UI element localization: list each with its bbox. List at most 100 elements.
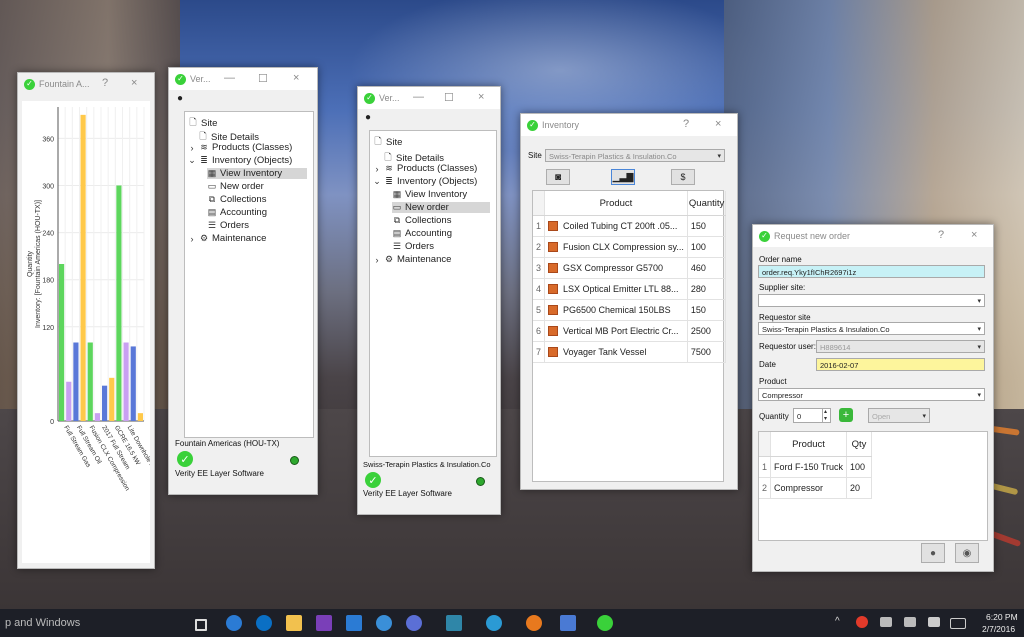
view-button[interactable]: ◙: [546, 169, 570, 185]
table-row[interactable]: 3 GSX Compressor G5700 460: [533, 257, 727, 279]
table-row[interactable]: 1 Ford F-150 Truck 100: [759, 456, 873, 478]
tray-icon[interactable]: [880, 617, 892, 627]
chart-button[interactable]: ▁▃▇: [611, 169, 635, 185]
app-icon[interactable]: [446, 615, 462, 631]
chevron-right-icon: ›: [375, 163, 379, 174]
date-label: Date: [759, 360, 776, 369]
tree-new-order[interactable]: ▭ New order: [392, 202, 490, 213]
order-name-input[interactable]: order.req.Yky1fIChR2697i1z: [758, 265, 985, 278]
verity-window-1[interactable]: ✓ Ver... — ☐ × ● 🗋 Site 🗋 Site Details › ≋ P…: [168, 67, 318, 495]
order-titlebar[interactable]: ✓ Request new order ? ×: [753, 225, 993, 247]
tree-accounting[interactable]: ▤ Accounting: [392, 228, 452, 239]
close-icon[interactable]: ×: [478, 91, 484, 103]
form-icon: ▭: [392, 202, 402, 212]
wifi-icon[interactable]: [904, 617, 916, 627]
close-icon[interactable]: ×: [971, 229, 977, 241]
task-view-icon[interactable]: [195, 619, 207, 631]
chart-window-titlebar[interactable]: ✓ Fountain A... ? ×: [18, 73, 154, 95]
verity-window-2[interactable]: ✓ Ver... — ☐ × ● 🗋 Site 🗋 Site Details › ≋ P…: [357, 86, 501, 515]
tree-maintenance[interactable]: › ⚙ Maintenance: [188, 233, 267, 244]
back-icon[interactable]: ●: [365, 112, 371, 123]
back-icon[interactable]: ●: [177, 93, 183, 104]
column-header-product[interactable]: Product: [544, 191, 688, 216]
app-icon[interactable]: [560, 615, 576, 631]
chevron-down-icon: ⌄: [188, 155, 196, 165]
date-input[interactable]: 2016-02-07: [816, 358, 985, 371]
tree-products[interactable]: › ≋ Products (Classes): [188, 142, 293, 153]
inventory-window[interactable]: ✓ Inventory ? × Site Swiss-Terapin Plast…: [520, 113, 738, 490]
product-select[interactable]: Compressor ▾: [758, 388, 985, 401]
column-header-quantity[interactable]: Quantity: [687, 191, 727, 216]
verity-app-icon[interactable]: [597, 615, 613, 631]
quantity-label: Quantity: [759, 412, 789, 421]
help-icon[interactable]: ?: [938, 229, 944, 241]
close-icon[interactable]: ×: [293, 72, 299, 84]
table-row[interactable]: 4 LSX Optical Emitter LTL 88... 280: [533, 278, 727, 300]
tree-site[interactable]: 🗋 Site: [373, 134, 402, 150]
app-icon[interactable]: [376, 615, 392, 631]
tree-collections[interactable]: ⧉ Collections: [392, 215, 452, 226]
help-icon[interactable]: ?: [683, 118, 689, 130]
visual-studio-icon[interactable]: [316, 615, 332, 631]
tree-new-order[interactable]: ▭ New order: [207, 181, 264, 192]
maximize-icon[interactable]: ☐: [258, 72, 268, 85]
file-explorer-icon[interactable]: [286, 615, 302, 631]
bar: [102, 385, 108, 421]
table-row[interactable]: 6 Vertical MB Port Electric Cr... 2500: [533, 320, 727, 342]
chevron-up-icon[interactable]: ^: [835, 616, 840, 627]
help-icon[interactable]: ?: [102, 77, 108, 89]
internet-explorer-icon[interactable]: [486, 615, 502, 631]
table-row[interactable]: 7 Voyager Tank Vessel 7500: [533, 341, 727, 363]
cancel-button[interactable]: ◉: [955, 543, 979, 563]
table-row[interactable]: 2 Fusion CLX Compression sy... 100: [533, 236, 727, 258]
clock-time[interactable]: 6:20 PM: [986, 612, 1018, 622]
tree-maintenance[interactable]: › ⚙ Maintenance: [373, 254, 452, 265]
verity-window-titlebar[interactable]: ✓ Ver... — ☐ ×: [358, 87, 500, 109]
accounting-button[interactable]: $: [671, 169, 695, 185]
tree-accounting[interactable]: ▤ Accounting: [207, 207, 267, 218]
column-header-qty[interactable]: Qty: [846, 432, 873, 457]
minimize-icon[interactable]: —: [413, 91, 424, 103]
submit-button[interactable]: ●: [921, 543, 945, 563]
tray-icon[interactable]: [856, 616, 868, 628]
close-icon[interactable]: ×: [715, 118, 721, 130]
tree-products[interactable]: › ≋ Products (Classes): [373, 163, 478, 174]
firefox-icon[interactable]: [526, 615, 542, 631]
column-header-product[interactable]: Product: [770, 432, 848, 457]
maximize-icon[interactable]: ☐: [444, 91, 454, 104]
tree-orders[interactable]: ☰ Orders: [392, 241, 434, 252]
app-icon[interactable]: [406, 615, 422, 631]
notifications-icon[interactable]: [928, 617, 940, 627]
edge-browser-icon[interactable]: [226, 615, 242, 631]
site-select[interactable]: Swiss-Terapin Plastics & Insulation.Co ▾: [545, 149, 725, 162]
people-icon[interactable]: [256, 615, 272, 631]
table-row[interactable]: 2 Compressor 20: [759, 477, 873, 499]
outlook-icon[interactable]: [346, 615, 362, 631]
verity-window-titlebar[interactable]: ✓ Ver... — ☐ ×: [169, 68, 317, 90]
close-icon[interactable]: ×: [131, 77, 137, 89]
tree-inventory[interactable]: ⌄ ≣ Inventory (Objects): [188, 155, 292, 166]
table-row[interactable]: 1 Coiled Tubing CT 200ft .05... 150: [533, 215, 727, 237]
tree-view-inventory[interactable]: ▦ View Inventory: [207, 168, 307, 179]
chart-window[interactable]: ✓ Fountain A... ? × 0 120 180 240 300 360 Quan…: [17, 72, 155, 569]
table-row[interactable]: 5 PG6500 Chemical 150LBS 150: [533, 299, 727, 321]
supplier-site-select[interactable]: ▾: [758, 294, 985, 307]
y-axis-label: Quantity: [27, 250, 34, 277]
bar-chart-icon: ▁▃▇: [612, 171, 634, 182]
minimize-icon[interactable]: —: [224, 72, 235, 84]
tree-orders[interactable]: ☰ Orders: [207, 220, 249, 231]
inventory-titlebar[interactable]: ✓ Inventory ? ×: [521, 114, 737, 136]
dropdown-arrow-icon: ▾: [717, 153, 721, 160]
clock-date[interactable]: 2/7/2016: [982, 624, 1015, 634]
spinner-arrows-icon[interactable]: ▴ ▾: [821, 409, 827, 422]
requestor-site-select[interactable]: Swiss-Terapin Plastics & Insulation.Co ▾: [758, 322, 985, 335]
add-item-button[interactable]: +: [839, 408, 853, 422]
y-tick-label: 0: [50, 419, 54, 426]
tree-collections[interactable]: ⧉ Collections: [207, 194, 267, 205]
request-order-window[interactable]: ✓ Request new order ? × Order name order…: [752, 224, 994, 572]
keyboard-icon[interactable]: [950, 618, 966, 629]
search-box-text[interactable]: p and Windows: [5, 617, 80, 629]
tree-inventory[interactable]: ⌄ ≣ Inventory (Objects): [373, 176, 477, 187]
quantity-stepper[interactable]: 0 ▴ ▾: [793, 408, 831, 423]
tree-view-inventory[interactable]: ▦ View Inventory: [392, 189, 467, 200]
